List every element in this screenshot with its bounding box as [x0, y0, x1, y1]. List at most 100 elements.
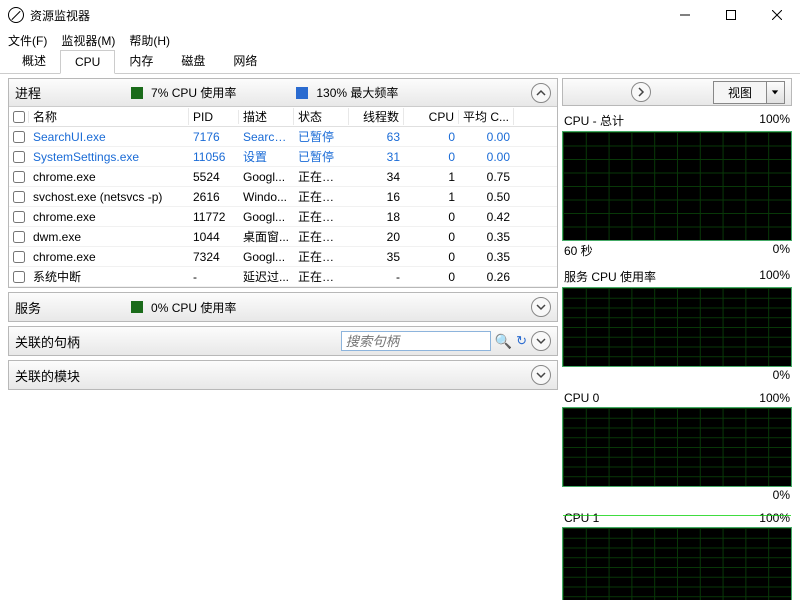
cell-threads: 20 — [349, 230, 404, 244]
tab-overview[interactable]: 概述 — [8, 48, 60, 73]
cell-name: SearchUI.exe — [29, 130, 189, 144]
panel-services-header[interactable]: 服务 0% CPU 使用率 — [9, 293, 557, 321]
graph-block: CPU - 总计100%60 秒0% — [562, 112, 792, 260]
tab-network[interactable]: 网络 — [219, 48, 271, 73]
chevron-down-icon — [766, 82, 784, 103]
cell-cpu: 0 — [404, 230, 459, 244]
panel-services: 服务 0% CPU 使用率 — [8, 292, 558, 322]
cell-desc: 桌面窗... — [239, 228, 294, 245]
row-checkbox[interactable] — [13, 271, 25, 283]
col-threads[interactable]: 线程数 — [349, 108, 404, 125]
max-freq-icon — [296, 87, 308, 99]
cell-cpu: 0 — [404, 250, 459, 264]
expand-icon[interactable] — [531, 331, 551, 351]
side-toolbar: 视图 — [562, 78, 792, 106]
col-status[interactable]: 状态 — [294, 108, 349, 125]
close-button[interactable] — [754, 0, 800, 30]
cell-cpu: 1 — [404, 190, 459, 204]
cell-pid: 1044 — [189, 230, 239, 244]
table-row[interactable]: SystemSettings.exe11056设置已暂停3100.00 — [9, 147, 557, 167]
cell-avg: 0.50 — [459, 190, 514, 204]
cell-desc: Windo... — [239, 190, 294, 204]
row-checkbox[interactable] — [13, 131, 25, 143]
table-row[interactable]: chrome.exe5524Googl...正在运行3410.75 — [9, 167, 557, 187]
row-checkbox[interactable] — [13, 171, 25, 183]
titlebar: 资源监视器 — [0, 0, 800, 30]
cpu-graph — [562, 527, 792, 600]
collapse-icon[interactable] — [531, 83, 551, 103]
menu-file[interactable]: 文件(F) — [8, 32, 47, 49]
cell-cpu: 0 — [404, 130, 459, 144]
cell-avg: 0.42 — [459, 210, 514, 224]
maximize-button[interactable] — [708, 0, 754, 30]
cell-cpu: 0 — [404, 150, 459, 164]
cell-status: 已暂停 — [294, 128, 349, 145]
tab-disk[interactable]: 磁盘 — [167, 48, 219, 73]
cell-avg: 0.35 — [459, 230, 514, 244]
expand-icon[interactable] — [531, 297, 551, 317]
cell-cpu: 0 — [404, 270, 459, 284]
row-checkbox[interactable] — [13, 251, 25, 263]
view-dropdown[interactable]: 视图 — [713, 81, 785, 104]
cpu-usage-icon — [131, 87, 143, 99]
col-pid[interactable]: PID — [189, 110, 239, 124]
cell-threads: 18 — [349, 210, 404, 224]
minimize-button[interactable] — [662, 0, 708, 30]
cell-avg: 0.75 — [459, 170, 514, 184]
cpu-usage-label: 7% CPU 使用率 — [151, 84, 236, 101]
table-row[interactable]: chrome.exe7324Googl...正在运行3500.35 — [9, 247, 557, 267]
table-row[interactable]: 系统中断-延迟过...正在运行-00.26 — [9, 267, 557, 287]
services-cpu-label: 0% CPU 使用率 — [151, 299, 236, 316]
search-icon[interactable]: 🔍 — [495, 333, 512, 350]
cell-status: 正在运行 — [294, 248, 349, 265]
max-freq-label: 130% 最大频率 — [316, 84, 398, 101]
cell-status: 已暂停 — [294, 148, 349, 165]
row-checkbox[interactable] — [13, 151, 25, 163]
tab-memory[interactable]: 内存 — [115, 48, 167, 73]
cell-threads: 16 — [349, 190, 404, 204]
table-row[interactable]: chrome.exe11772Googl...正在运行1800.42 — [9, 207, 557, 227]
cell-desc: Googl... — [239, 210, 294, 224]
row-checkbox[interactable] — [13, 231, 25, 243]
col-desc[interactable]: 描述 — [239, 108, 294, 125]
table-row[interactable]: svchost.exe (netsvcs -p)2616Windo...正在运行… — [9, 187, 557, 207]
menu-monitor[interactable]: 监视器(M) — [61, 32, 115, 49]
cpu-graph — [562, 287, 792, 367]
cell-pid: 11056 — [189, 150, 239, 164]
panel-processes-header[interactable]: 进程 7% CPU 使用率 130% 最大频率 — [9, 79, 557, 107]
tab-cpu[interactable]: CPU — [60, 50, 115, 74]
cell-pid: 7176 — [189, 130, 239, 144]
menubar: 文件(F) 监视器(M) 帮助(H) — [0, 30, 800, 50]
tabs: 概述 CPU 内存 磁盘 网络 — [0, 50, 800, 74]
cell-status: 正在运行 — [294, 188, 349, 205]
table-row[interactable]: SearchUI.exe7176Search...已暂停6300.00 — [9, 127, 557, 147]
cell-name: dwm.exe — [29, 230, 189, 244]
col-avg[interactable]: 平均 C... — [459, 108, 514, 125]
graph-title: CPU - 总计 — [564, 112, 624, 129]
cell-avg: 0.00 — [459, 130, 514, 144]
col-cpu[interactable]: CPU — [404, 110, 459, 124]
expand-icon[interactable] — [531, 365, 551, 385]
row-checkbox[interactable] — [13, 191, 25, 203]
refresh-icon[interactable]: ↻ — [516, 333, 527, 349]
cell-pid: 2616 — [189, 190, 239, 204]
panel-modules-header[interactable]: 关联的模块 — [9, 361, 557, 389]
row-checkbox[interactable] — [13, 211, 25, 223]
cell-status: 正在运行 — [294, 268, 349, 285]
cell-pid: - — [189, 270, 239, 284]
menu-help[interactable]: 帮助(H) — [129, 32, 170, 49]
check-all[interactable] — [13, 111, 25, 123]
cell-pid: 7324 — [189, 250, 239, 264]
collapse-side-icon[interactable] — [631, 82, 651, 102]
handle-search-input[interactable] — [341, 331, 491, 351]
cell-status: 正在运行 — [294, 208, 349, 225]
panel-handles-header[interactable]: 关联的句柄 🔍 ↻ — [9, 327, 557, 355]
cell-name: svchost.exe (netsvcs -p) — [29, 190, 189, 204]
cell-threads: 34 — [349, 170, 404, 184]
col-name[interactable]: 名称 — [29, 108, 189, 125]
cell-desc: 设置 — [239, 148, 294, 165]
table-row[interactable]: dwm.exe1044桌面窗...正在运行2000.35 — [9, 227, 557, 247]
window-buttons — [662, 0, 800, 30]
panel-processes: 进程 7% CPU 使用率 130% 最大频率 名称 PID 描述 状态 线程数… — [8, 78, 558, 288]
cell-pid: 5524 — [189, 170, 239, 184]
